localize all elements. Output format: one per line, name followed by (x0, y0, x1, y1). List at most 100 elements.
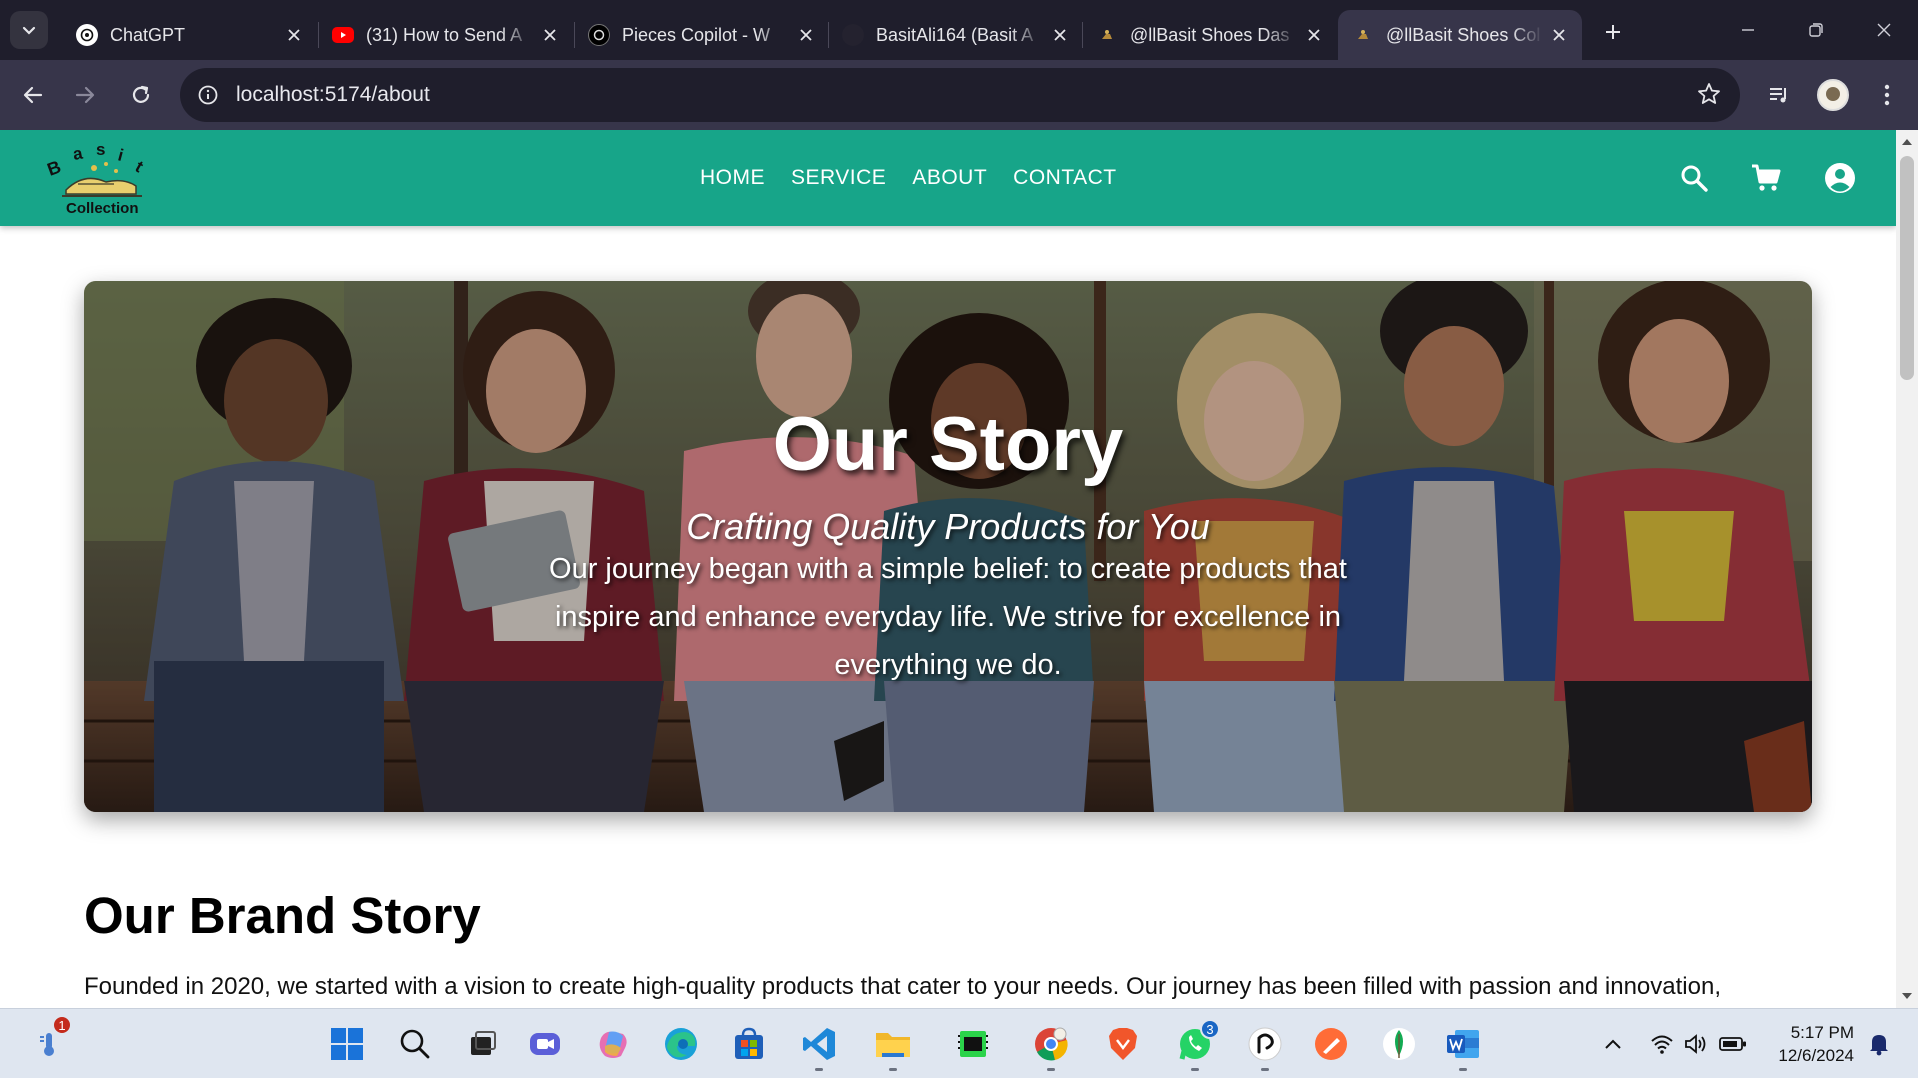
copilot-icon (599, 1031, 627, 1058)
browser-menu-button[interactable] (1866, 74, 1908, 116)
browser-tab-youtube[interactable]: (31) How to Send A (318, 10, 574, 60)
chevron-down-icon (22, 26, 36, 35)
hero-subtitle: Crafting Quality Products for You (686, 506, 1210, 547)
clock-time: 5:17 PM (1790, 1023, 1854, 1042)
volume-status[interactable] (1682, 1029, 1710, 1059)
profile-button[interactable] (1812, 74, 1854, 116)
close-tab-icon[interactable] (1549, 25, 1568, 45)
wifi-status[interactable] (1648, 1029, 1676, 1059)
restore-button[interactable] (1792, 12, 1840, 48)
close-tab-icon[interactable] (284, 25, 304, 45)
close-tab-icon[interactable] (540, 25, 560, 45)
main-nav: HOME SERVICE ABOUT CONTACT (700, 130, 1117, 226)
browser-tab-pieces[interactable]: Pieces Copilot - W (574, 10, 830, 60)
weather-widget[interactable]: 1 (26, 1015, 72, 1067)
address-bar[interactable]: localhost:5174/about (180, 68, 1740, 122)
show-hidden-icons-button[interactable] (1600, 1029, 1626, 1059)
whatsapp-app-button[interactable]: 3 (1172, 1019, 1220, 1071)
copilot-button[interactable] (590, 1021, 636, 1067)
task-view-button[interactable] (460, 1021, 506, 1067)
windows-taskbar: 1 3 5:17 PM 12/6/2024 (0, 1008, 1918, 1078)
browser-tab-active[interactable]: @llBasit Shoes Col (1338, 10, 1582, 60)
battery-status[interactable] (1718, 1029, 1748, 1059)
url-text: localhost:5174/about (236, 83, 430, 106)
arrow-left-icon (23, 86, 43, 104)
postman-app-button[interactable] (1308, 1021, 1354, 1067)
search-icon (400, 1029, 430, 1059)
bell-icon (1870, 1035, 1888, 1056)
taskbar-clock[interactable]: 5:17 PM 12/6/2024 (1768, 1021, 1854, 1067)
nav-contact-link[interactable]: CONTACT (1013, 166, 1116, 190)
store-app-button[interactable] (726, 1021, 772, 1067)
brave-app-button[interactable] (1100, 1021, 1146, 1067)
bookmark-star-icon[interactable] (1696, 81, 1722, 112)
notifications-button[interactable] (1864, 1029, 1894, 1059)
site-logo[interactable]: B a s i t Collection (44, 138, 164, 220)
hero-title: Our Story (772, 402, 1124, 487)
minimize-button[interactable] (1724, 12, 1772, 48)
taskbar-search-button[interactable] (392, 1021, 438, 1067)
brand-story-title: Our Brand Story (84, 887, 481, 944)
forward-button[interactable] (64, 74, 106, 116)
mongodb-leaf-icon (1383, 1028, 1415, 1060)
scrollbar-thumb[interactable] (1900, 156, 1914, 380)
nav-about-link[interactable]: ABOUT (912, 166, 987, 190)
search-icon (1681, 165, 1708, 192)
svg-text:B: B (45, 157, 64, 180)
browser-tab-chatgpt[interactable]: ChatGPT (62, 10, 318, 60)
page-scrollbar[interactable] (1896, 130, 1918, 1008)
pieces-app-button[interactable] (1242, 1021, 1288, 1071)
pieces-icon (588, 24, 610, 46)
browser-tab-dashboard[interactable]: @llBasit Shoes Das (1082, 10, 1338, 60)
site-info-icon[interactable] (188, 75, 228, 115)
pieces-icon (1248, 1027, 1282, 1061)
scroll-up-icon[interactable] (1902, 139, 1912, 145)
svg-text:t: t (132, 157, 147, 176)
file-explorer-button[interactable] (870, 1021, 916, 1071)
start-button[interactable] (324, 1021, 370, 1067)
restore-icon (1809, 23, 1823, 37)
weather-badge: 1 (52, 1015, 72, 1035)
mongodb-app-button[interactable] (1376, 1021, 1422, 1067)
nav-service-link[interactable]: SERVICE (791, 166, 886, 190)
page-viewport: B a s i t Collection HOME SERVICE ABOUT … (0, 130, 1918, 1008)
chrome-app-button[interactable] (1028, 1021, 1074, 1071)
new-tab-button[interactable] (1596, 17, 1630, 47)
vscode-app-button[interactable] (796, 1021, 842, 1071)
search-button[interactable] (1676, 160, 1712, 196)
edge-app-button[interactable] (658, 1021, 704, 1067)
svg-text:a: a (71, 143, 84, 163)
postman-icon (1315, 1028, 1347, 1060)
media-controls-button[interactable] (1758, 74, 1800, 116)
battery-icon (1719, 1037, 1746, 1051)
close-tab-icon[interactable] (1304, 25, 1324, 45)
tab-search-button[interactable] (10, 11, 48, 49)
close-icon (1877, 23, 1891, 37)
tab-title: ChatGPT (110, 24, 186, 45)
meet-app-button[interactable] (522, 1021, 568, 1067)
nav-home-link[interactable]: HOME (700, 166, 765, 190)
account-button[interactable] (1822, 160, 1858, 196)
browser-tab-github[interactable]: BasitAli164 (Basit A (828, 10, 1084, 60)
minimize-icon (1742, 29, 1754, 31)
reload-button[interactable] (120, 74, 162, 116)
back-button[interactable] (12, 74, 54, 116)
speaker-icon (1685, 1034, 1706, 1054)
hero-banner: Our Story Crafting Quality Products for … (84, 281, 1812, 812)
chip-icon (958, 1031, 988, 1057)
shoe-logo-icon: B a s i t (45, 140, 147, 197)
hero-body: Our journey began with a simple belief: … (549, 553, 1347, 681)
scroll-down-icon[interactable] (1902, 993, 1912, 999)
word-icon (1447, 1030, 1479, 1058)
close-window-button[interactable] (1860, 12, 1908, 48)
word-app-button[interactable] (1440, 1021, 1486, 1071)
cart-button[interactable] (1748, 160, 1784, 196)
terminal-app-button[interactable] (950, 1021, 996, 1067)
close-tab-icon[interactable] (796, 25, 816, 45)
close-tab-icon[interactable] (1050, 25, 1070, 45)
more-vertical-icon (1884, 84, 1890, 106)
plus-icon (1606, 25, 1620, 39)
tab-title: BasitAli164 (Basit A (876, 24, 1034, 45)
svg-text:i: i (116, 146, 125, 166)
youtube-icon (332, 27, 354, 43)
